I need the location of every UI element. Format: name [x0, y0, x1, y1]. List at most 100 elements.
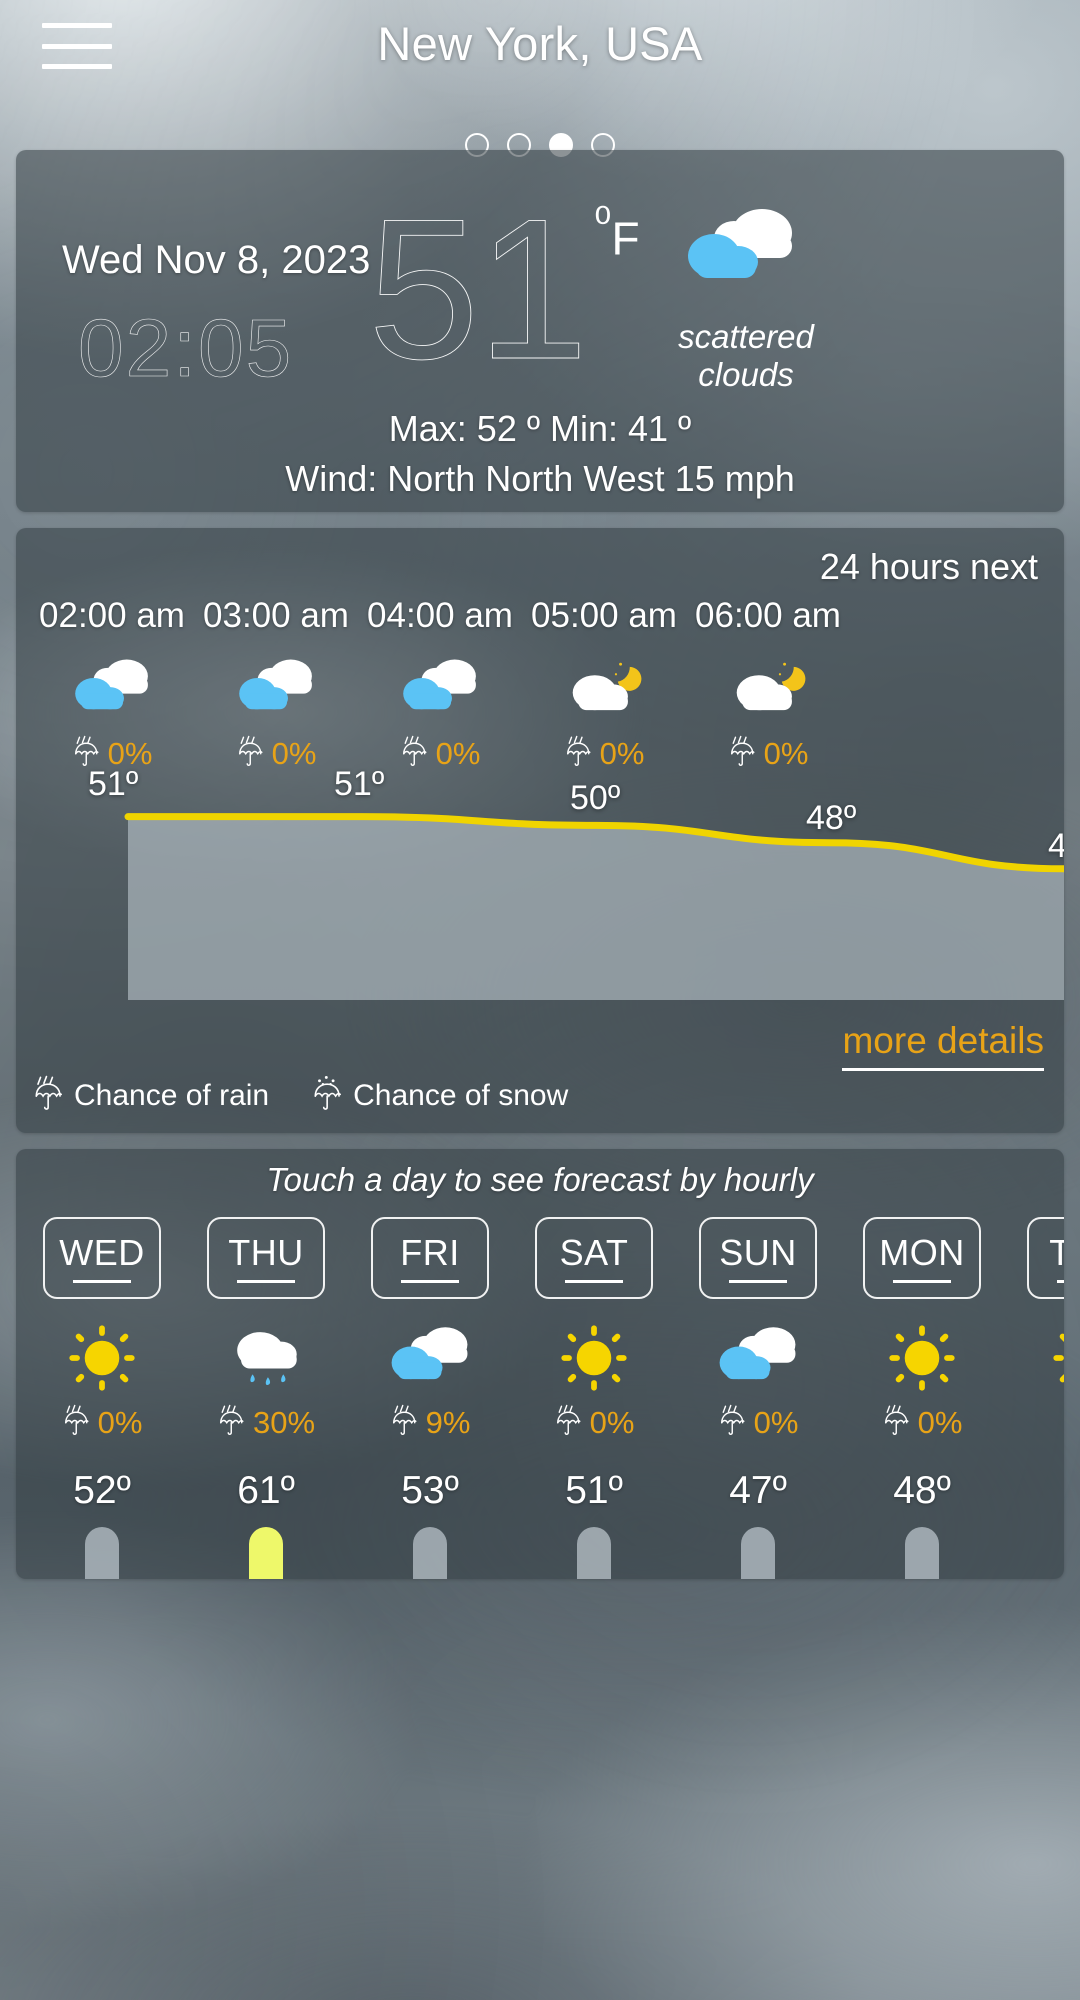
- legend-label: Chance of snow: [353, 1079, 569, 1112]
- day-label: MON: [879, 1232, 965, 1273]
- chance-of-rain-icon: [390, 1403, 420, 1443]
- hourly-item[interactable]: 04:00 am 0%: [358, 596, 522, 774]
- chart-legend: Chance of rain Chance of snow: [32, 1074, 568, 1118]
- daily-item-thu[interactable]: THU 30% 61º: [190, 1149, 342, 1579]
- chance-of-rain-icon: [217, 1403, 247, 1443]
- hourly-item[interactable]: 06:00 am 0%: [686, 596, 850, 774]
- daily-item-mon[interactable]: MON 0% 48º: [846, 1149, 998, 1579]
- daily-bar-slot: [354, 1527, 506, 1579]
- day-underline: [893, 1280, 951, 1283]
- hourly-item[interactable]: 05:00 am 0%: [522, 596, 686, 774]
- legend-item: Chance of snow: [311, 1074, 568, 1118]
- daily-temperature: 61º: [237, 1469, 295, 1512]
- hourly-precipitation-value: 0%: [763, 736, 809, 771]
- scattered-clouds-icon: [30, 652, 194, 726]
- daily-precipitation: 30%: [190, 1403, 342, 1443]
- daily-temperature: 48º: [893, 1469, 951, 1512]
- daily-temperature-bar: [413, 1527, 447, 1579]
- current-description-line1: scattered: [678, 318, 814, 355]
- current-description-line2: clouds: [698, 355, 794, 393]
- rain-icon: [190, 1317, 342, 1399]
- temperature-unit: ⁰F: [594, 198, 640, 265]
- sunny-icon: [26, 1317, 178, 1399]
- current-clock: 02:05: [78, 303, 294, 395]
- chance-of-rain-icon: [32, 1074, 66, 1118]
- hourly-precipitation-value: 0%: [435, 736, 481, 771]
- day-underline: [237, 1280, 295, 1283]
- day-chip[interactable]: WED: [43, 1217, 161, 1299]
- daily-forecast-card[interactable]: Touch a day to see forecast by hourly WE…: [16, 1149, 1064, 1579]
- cloudy-night-icon: [522, 652, 686, 726]
- daily-bar-slot: [190, 1527, 342, 1579]
- hourly-time: 05:00 am: [531, 596, 677, 635]
- daily-bar-slot: [846, 1527, 998, 1579]
- current-temperature: 51: [368, 178, 589, 401]
- daily-precipitation: 9%: [354, 1403, 506, 1443]
- daily-bar-slot: [1010, 1429, 1064, 1509]
- hourly-forecast-card[interactable]: 24 hours next 02:00 am 0% 03:00 am 0% 04…: [16, 528, 1064, 1133]
- day-chip[interactable]: MON: [863, 1217, 981, 1299]
- daily-precipitation-value: 0%: [97, 1405, 143, 1440]
- day-chip[interactable]: SUN: [699, 1217, 817, 1299]
- chance-of-rain-icon: [882, 1403, 912, 1443]
- day-chip[interactable]: SAT: [535, 1217, 653, 1299]
- daily-temperature-bar: [249, 1527, 283, 1579]
- chance-of-rain-icon: [236, 734, 266, 774]
- daily-temperature: 47º: [729, 1469, 787, 1512]
- hourly-precipitation: 0%: [686, 734, 850, 774]
- legend-item: Chance of rain: [32, 1074, 269, 1118]
- chart-point-label: 45º: [1048, 826, 1064, 865]
- page-title: New York, USA: [377, 17, 703, 70]
- daily-temperature-bar: [577, 1527, 611, 1579]
- chance-of-rain-icon: [718, 1403, 748, 1443]
- day-chip[interactable]: THU: [207, 1217, 325, 1299]
- chance-of-rain-icon: [728, 734, 758, 774]
- hourly-temperature-chart: 51º 51º 50º 48º 45º: [16, 765, 1064, 1020]
- max-min-temperature: Max: 52 º Min: 41 º: [388, 408, 692, 449]
- chance-of-snow-icon: [311, 1074, 345, 1118]
- daily-temperature: 51º: [565, 1469, 623, 1512]
- temperature-chart-svg: [124, 813, 1064, 1000]
- wind-info: Wind: North North West 15 mph: [285, 458, 795, 499]
- day-label: SAT: [559, 1232, 629, 1273]
- current-weather-card[interactable]: Wed Nov 8, 2023 02:05 51 ⁰F scattered cl…: [16, 150, 1064, 512]
- chart-point-label: 50º: [570, 779, 621, 818]
- daily-temperature-bar: [85, 1527, 119, 1579]
- daily-item-tue[interactable]: TUE: [1010, 1149, 1064, 1509]
- hourly-item[interactable]: 03:00 am 0%: [194, 596, 358, 774]
- daily-temperature: 52º: [73, 1469, 131, 1512]
- hourly-precipitation-value: 0%: [599, 736, 645, 771]
- daily-strip[interactable]: WED 0% 52º THU 30% 61º FRI 9% 53º SAT 0%…: [16, 1149, 1064, 1579]
- daily-bar-slot: [682, 1527, 834, 1579]
- daily-precipitation-value: 30%: [252, 1405, 316, 1440]
- daily-item-sun[interactable]: SUN 0% 47º: [682, 1149, 834, 1579]
- more-details-link[interactable]: more details: [842, 1020, 1044, 1071]
- day-chip[interactable]: FRI: [371, 1217, 489, 1299]
- chance-of-rain-icon: [400, 734, 430, 774]
- day-underline: [565, 1280, 623, 1283]
- daily-precipitation-value: 9%: [425, 1405, 471, 1440]
- hourly-strip[interactable]: 02:00 am 0% 03:00 am 0% 04:00 am 0% 05:0…: [16, 596, 1064, 796]
- day-underline: [73, 1280, 131, 1283]
- day-underline: [729, 1280, 787, 1283]
- daily-item-wed[interactable]: WED 0% 52º: [26, 1149, 178, 1579]
- hourly-item[interactable]: 02:00 am 0%: [30, 596, 194, 774]
- app-header: New York, USA: [0, 0, 1080, 157]
- day-label: SUN: [719, 1232, 797, 1273]
- day-label: TUE: [1049, 1232, 1064, 1273]
- daily-precipitation: 0%: [26, 1403, 178, 1443]
- hourly-title: 24 hours next: [819, 546, 1038, 587]
- hourly-time: 04:00 am: [367, 596, 513, 635]
- cloudy-night-icon: [686, 652, 850, 726]
- day-label: WED: [59, 1232, 145, 1273]
- daily-item-fri[interactable]: FRI 9% 53º: [354, 1149, 506, 1579]
- daily-item-sat[interactable]: SAT 0% 51º: [518, 1149, 670, 1579]
- daily-temperature: 53º: [401, 1469, 459, 1512]
- sunny-icon: [1010, 1317, 1064, 1399]
- day-chip[interactable]: TUE: [1027, 1217, 1064, 1299]
- legend-label: Chance of rain: [74, 1079, 270, 1112]
- hourly-time: 02:00 am: [39, 596, 185, 635]
- daily-precipitation-value: 0%: [753, 1405, 799, 1440]
- chart-point-label: 51º: [334, 764, 385, 803]
- daily-precipitation-value: 0%: [917, 1405, 963, 1440]
